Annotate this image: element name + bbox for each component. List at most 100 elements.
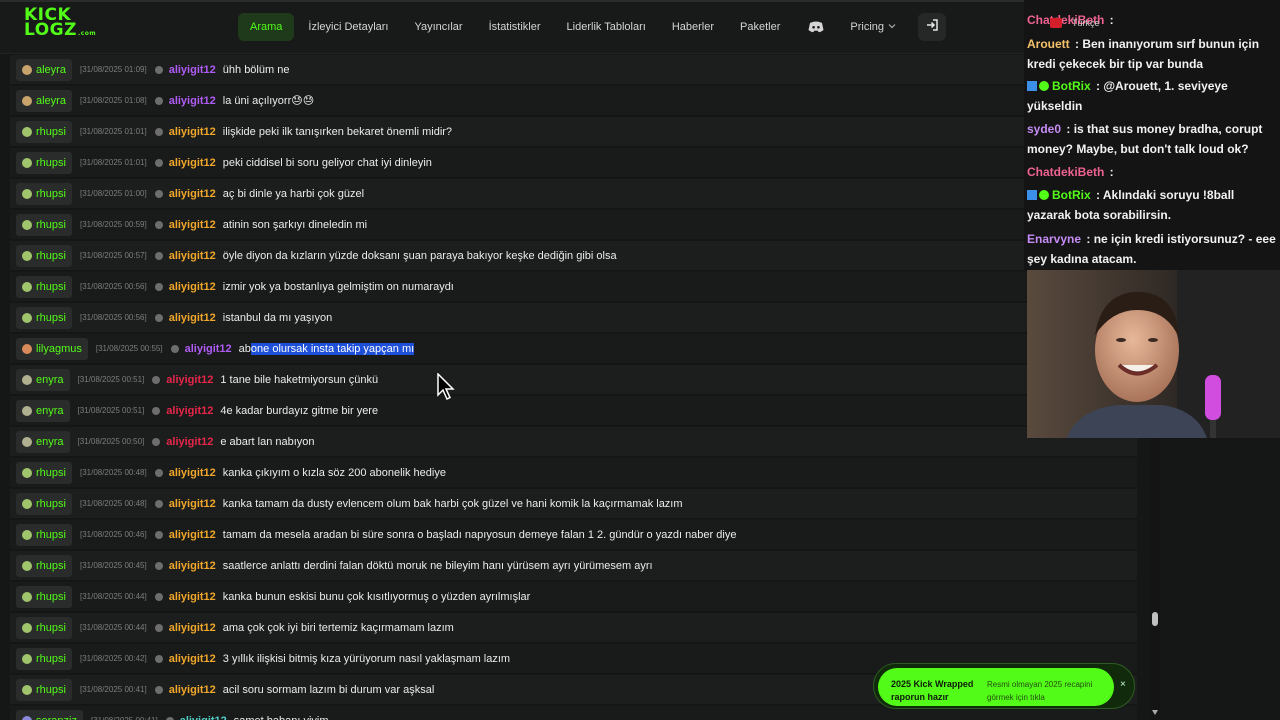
timestamp: [31/08/2025 00:41]	[91, 716, 158, 720]
chatter-name: enyra	[36, 404, 64, 417]
chatter-chip[interactable]: rhupsi	[16, 182, 72, 205]
avatar-icon	[22, 64, 32, 75]
toast-title: 2025 Kick Wrapped raporun hazır	[891, 679, 974, 702]
chatter-chip[interactable]: rhupsi	[16, 678, 72, 701]
chatter-chip[interactable]: aleyra	[16, 58, 72, 81]
username-link[interactable]: aliyigit12	[169, 467, 216, 479]
verified-badge-icon	[1039, 81, 1049, 91]
username-link[interactable]: aliyigit12	[169, 498, 216, 510]
avatar-icon	[22, 684, 32, 695]
chatter-chip[interactable]: rhupsi	[16, 585, 72, 608]
chat-username[interactable]: Arouett	[1027, 37, 1070, 51]
avatar-icon	[22, 498, 32, 509]
discord-icon[interactable]	[802, 13, 830, 41]
chatter-chip[interactable]: rhupsi	[16, 275, 72, 298]
nav-pricing-dropdown[interactable]: Pricing	[838, 13, 908, 41]
username-link[interactable]: aliyigit12	[166, 374, 213, 386]
message-text: saatlerce anlattı derdini falan döktü mo…	[222, 559, 653, 572]
turkey-flag-icon	[1050, 18, 1062, 28]
nav-search[interactable]: Arama	[238, 13, 295, 41]
username-link[interactable]: aliyigit12	[169, 591, 216, 603]
chatter-chip[interactable]: rhupsi	[16, 120, 72, 143]
message-text: 1 tane bile haketmiyorsun çünkü	[220, 373, 379, 386]
chat-username[interactable]: BotRix	[1052, 79, 1091, 93]
nav-packages[interactable]: Paketler	[728, 13, 792, 41]
chatter-chip[interactable]: rhupsi	[16, 461, 72, 484]
chat-username[interactable]: syde0	[1027, 122, 1061, 136]
kicklogz-logo[interactable]: KICK LOGZ.com	[24, 7, 96, 42]
language-selector[interactable]: Türkçe	[1050, 18, 1100, 28]
chatter-chip[interactable]: rhupsi	[16, 554, 72, 577]
timestamp: [31/08/2025 00:48]	[79, 499, 147, 508]
nav-statistics[interactable]: İstatistikler	[477, 13, 553, 41]
chatter-chip[interactable]: rhupsi	[16, 492, 72, 515]
username-link[interactable]: aliyigit12	[169, 64, 216, 76]
avatar-icon	[22, 653, 32, 664]
username-link[interactable]: aliyigit12	[185, 343, 232, 355]
log-row: rhupsi [31/08/2025 00:45] aliyigit12 saa…	[10, 551, 1137, 581]
chatter-chip[interactable]: enyra	[16, 430, 70, 453]
chatter-chip[interactable]: lilyagmus	[16, 337, 88, 360]
username-link[interactable]: aliyigit12	[169, 560, 216, 572]
timestamp: [31/08/2025 00:44]	[79, 592, 147, 601]
username-link[interactable]: aliyigit12	[169, 529, 216, 541]
chatter-chip[interactable]: rhupsi	[16, 647, 72, 670]
login-button[interactable]	[918, 13, 947, 41]
username-link[interactable]: aliyigit12	[180, 715, 227, 720]
toast-pill[interactable]: 2025 Kick Wrapped raporun hazır Resmi ol…	[878, 668, 1114, 706]
username-link[interactable]: aliyigit12	[169, 250, 216, 262]
username-link[interactable]: aliyigit12	[169, 95, 216, 107]
timestamp: [31/08/2025 01:01]	[79, 158, 147, 167]
chatter-chip[interactable]: rhupsi	[16, 306, 72, 329]
chatter-chip[interactable]: rhupsi	[16, 213, 72, 236]
streamer-webcam	[1027, 270, 1280, 438]
pricing-label: Pricing	[850, 21, 885, 33]
scroll-down-icon[interactable]	[1152, 710, 1158, 715]
chat-username[interactable]: Enarvyne	[1027, 232, 1081, 246]
chatter-chip[interactable]: enyra	[16, 368, 70, 391]
chatter-chip[interactable]: rhupsi	[16, 244, 72, 267]
username-link[interactable]: aliyigit12	[169, 684, 216, 696]
username-link[interactable]: aliyigit12	[166, 436, 213, 448]
chevron-down-icon	[888, 13, 896, 41]
chatter-chip[interactable]: rhupsi	[16, 151, 72, 174]
wrapped-toast[interactable]: 2025 Kick Wrapped raporun hazır Resmi ol…	[873, 663, 1135, 709]
message-text: samet babanı yiyim	[234, 715, 329, 720]
username-link[interactable]: aliyigit12	[169, 219, 216, 231]
chatter-chip[interactable]: rhupsi	[16, 616, 72, 639]
avatar-icon	[22, 374, 32, 385]
chat-username[interactable]: ChatdekiBeth	[1027, 165, 1104, 179]
username-link[interactable]: aliyigit12	[169, 653, 216, 665]
chatter-name: rhupsi	[36, 590, 66, 603]
username-link[interactable]: aliyigit12	[169, 281, 216, 293]
avatar-icon	[22, 529, 32, 540]
username-link[interactable]: aliyigit12	[169, 157, 216, 169]
nav-leaderboards[interactable]: Liderlik Tabloları	[555, 13, 658, 41]
avatar-icon	[22, 95, 32, 106]
nav-streamers[interactable]: Yayıncılar	[402, 13, 474, 41]
username-link[interactable]: aliyigit12	[169, 188, 216, 200]
log-row: aleyra [31/08/2025 01:09] aliyigit12 ühh…	[10, 55, 1137, 85]
scrollbar-thumb[interactable]	[1152, 612, 1158, 626]
chatter-chip[interactable]: enyra	[16, 399, 70, 422]
username-link[interactable]: aliyigit12	[169, 312, 216, 324]
chat-username[interactable]: BotRix	[1052, 188, 1091, 202]
close-icon[interactable]: ×	[1120, 679, 1126, 690]
chatter-name: rhupsi	[36, 466, 66, 479]
username-link[interactable]: aliyigit12	[166, 405, 213, 417]
chatter-chip[interactable]: seranziz	[16, 709, 83, 720]
log-row: lilyagmus [31/08/2025 00:55] aliyigit12 …	[10, 334, 1137, 364]
username-link[interactable]: aliyigit12	[169, 126, 216, 138]
chatter-chip[interactable]: rhupsi	[16, 523, 72, 546]
stream-chat-message: Arouett : Ben inanıyorum sırf bunun için…	[1027, 37, 1260, 71]
message-text: 4e kadar burdayız gitme bir yere	[220, 404, 379, 417]
timestamp: [31/08/2025 00:41]	[79, 685, 147, 694]
nav-viewer-details[interactable]: İzleyici Detayları	[296, 13, 400, 41]
chatter-chip[interactable]: aleyra	[16, 89, 72, 112]
chat-text: is that sus money bradha, corupt money? …	[1027, 122, 1263, 156]
timestamp: [31/08/2025 00:56]	[79, 313, 147, 322]
log-row: enyra [31/08/2025 00:51] aliyigit12 1 ta…	[10, 365, 1137, 395]
username-link[interactable]: aliyigit12	[169, 622, 216, 634]
message-text: e abart lan nabıyon	[220, 435, 315, 448]
nav-news[interactable]: Haberler	[660, 13, 726, 41]
